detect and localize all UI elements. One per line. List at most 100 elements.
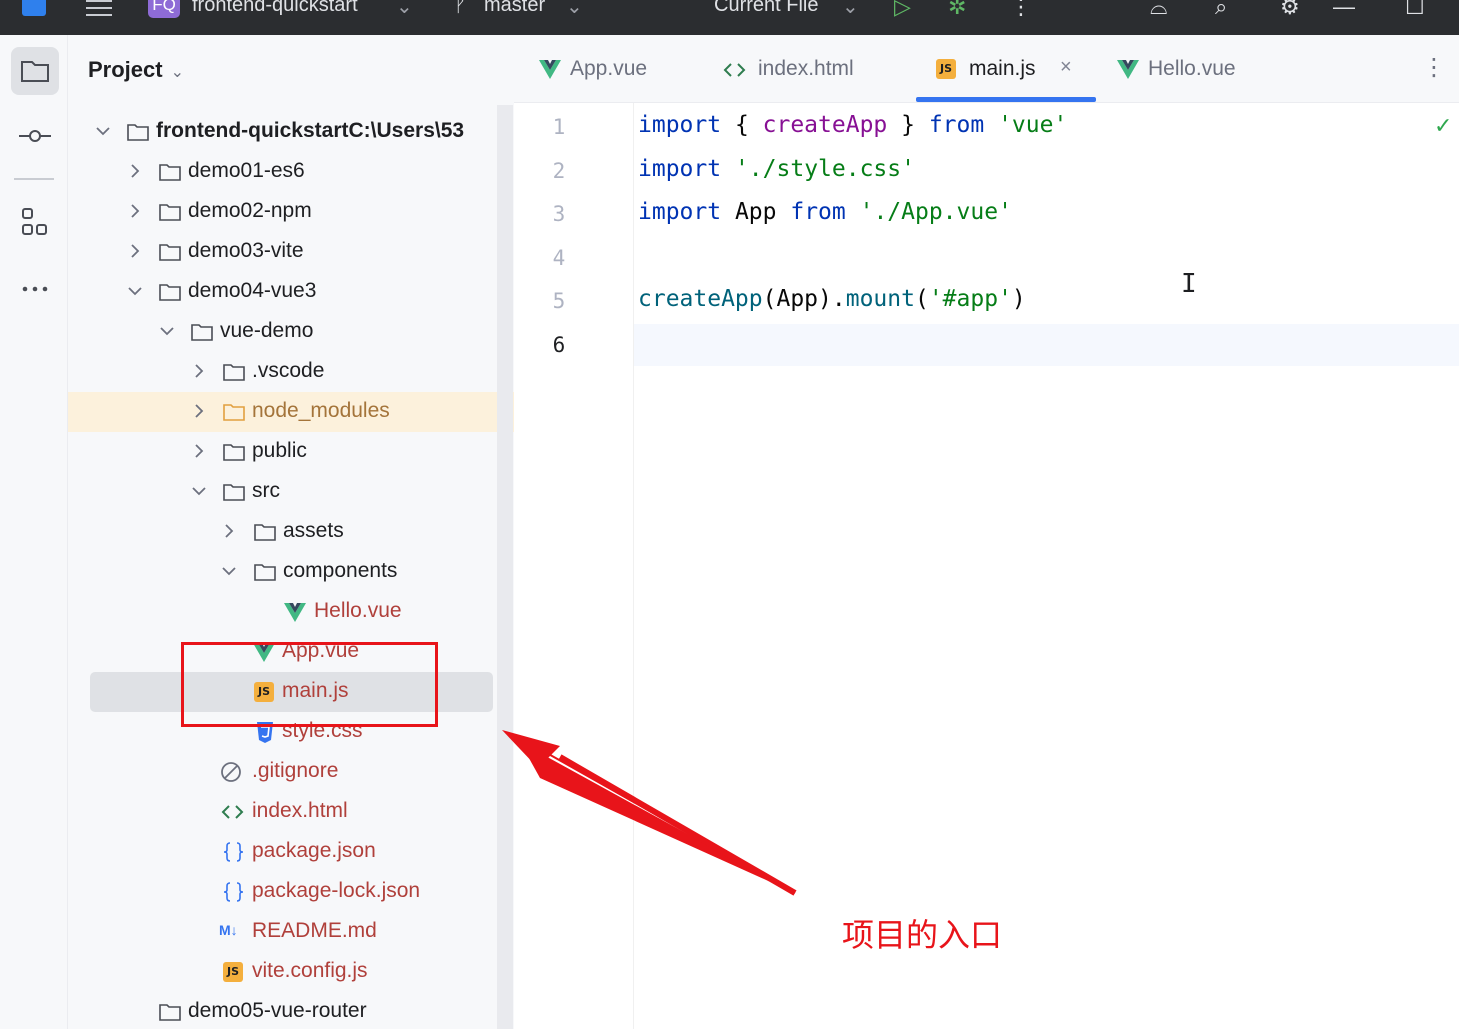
chevron-down-icon[interactable]	[158, 320, 176, 342]
chevron-down-icon[interactable]	[126, 280, 144, 302]
punct: {	[721, 112, 763, 138]
tree-row[interactable]: public	[68, 432, 514, 472]
tree-row[interactable]: package-lock.json	[68, 872, 514, 912]
tree-row-excluded[interactable]: node_modules	[68, 392, 514, 432]
tree-row[interactable]: demo01-es6	[68, 152, 514, 192]
chevron-down-icon[interactable]	[94, 120, 112, 142]
tree-row[interactable]: src	[68, 472, 514, 512]
json-file-icon	[222, 881, 246, 903]
text-cursor-icon: I	[1181, 269, 1197, 299]
tree-row[interactable]: demo05-vue-router	[68, 992, 514, 1029]
tree-row[interactable]: .gitignore	[68, 752, 514, 792]
tree-row[interactable]: index.html	[68, 792, 514, 832]
string-literal: './style.css'	[734, 156, 915, 182]
minimize-icon[interactable]: —	[1333, 0, 1355, 20]
folder-icon	[158, 241, 182, 263]
tab-label: index.html	[758, 57, 854, 80]
tree-row-root[interactable]: frontend-quickstartC:\Users\53	[68, 112, 514, 152]
tree-item-label: assets	[283, 519, 344, 542]
tree-item-label: package.json	[252, 839, 376, 862]
tree-row[interactable]: Hello.vue	[68, 592, 514, 632]
folder-icon	[158, 201, 182, 223]
chevron-right-icon[interactable]	[190, 440, 208, 462]
more-tools-button[interactable]	[11, 265, 59, 313]
chevron-right-icon[interactable]	[126, 240, 144, 262]
close-icon[interactable]: ×	[1060, 56, 1072, 79]
tree-row[interactable]: components	[68, 552, 514, 592]
chevron-down-icon[interactable]: ⌄	[842, 0, 859, 19]
ignore-file-icon	[220, 761, 244, 783]
tab-main-js[interactable]: JS main.js ×	[936, 35, 1106, 103]
structure-tool-button[interactable]	[11, 199, 59, 247]
chevron-down-icon[interactable]: ⌄	[396, 0, 413, 19]
root-folder-label: frontend-quickstartC:\Users\53	[156, 119, 464, 143]
tree-item-label: demo03-vite	[188, 239, 304, 262]
divider	[14, 178, 54, 180]
tab-label: Hello.vue	[1148, 57, 1236, 80]
tree-row[interactable]: package.json	[68, 832, 514, 872]
tree-row[interactable]: demo03-vite	[68, 232, 514, 272]
no-problems-check-icon[interactable]: ✓	[1434, 113, 1452, 139]
chevron-down-icon[interactable]	[220, 560, 238, 582]
project-tool-button[interactable]	[11, 47, 59, 95]
chevron-down-icon[interactable]: ⌄	[171, 62, 184, 82]
title-bar: FQ frontend-quickstart ⌄ ᚹ master ⌄ Curr…	[0, 0, 1459, 35]
code-editor[interactable]: 1 2 3 4 5 6 import { createApp } from 'v…	[514, 103, 1459, 1029]
tree-item-label: .gitignore	[252, 759, 339, 782]
js-file-icon: JS	[936, 59, 956, 79]
chevron-right-icon[interactable]	[190, 400, 208, 422]
keyword: import	[638, 199, 722, 225]
tree-row[interactable]: JS vite.config.js	[68, 952, 514, 992]
add-account-icon[interactable]: ⌓	[1150, 0, 1167, 20]
folder-icon	[158, 281, 182, 303]
tab-app-vue[interactable]: App.vue	[536, 35, 686, 103]
project-scrollbar[interactable]	[497, 105, 513, 1029]
tree-row[interactable]: M↓ README.md	[68, 912, 514, 952]
more-icon[interactable]: ⋮	[1422, 53, 1446, 82]
line-number: 1	[552, 115, 566, 139]
project-panel-header[interactable]: Project ⌄	[88, 57, 184, 83]
folder-icon	[253, 521, 277, 543]
tree-item-label: package-lock.json	[252, 879, 421, 902]
tree-row[interactable]: vue-demo	[68, 312, 514, 352]
tree-row[interactable]: demo02-npm	[68, 192, 514, 232]
commit-tool-button[interactable]	[11, 111, 59, 159]
tab-index-html[interactable]: index.html	[722, 35, 892, 103]
main-menu-icon[interactable]	[86, 0, 112, 16]
project-name[interactable]: frontend-quickstart	[192, 0, 358, 17]
tree-row[interactable]: .vscode	[68, 352, 514, 392]
line-number-gutter: 1 2 3 4 5 6	[514, 103, 634, 1029]
search-icon[interactable]: ⌕	[1215, 0, 1227, 20]
chevron-down-icon[interactable]: ⌄	[566, 0, 583, 19]
folder-icon	[158, 1001, 182, 1023]
debug-icon[interactable]: ✲	[948, 0, 966, 20]
string-literal: './App.vue'	[859, 199, 1012, 225]
tab-hello-vue[interactable]: Hello.vue	[1114, 35, 1264, 103]
project-badge[interactable]: FQ	[148, 0, 180, 18]
chevron-right-icon[interactable]	[126, 160, 144, 182]
keyword: import	[638, 156, 722, 182]
chevron-right-icon[interactable]	[126, 200, 144, 222]
punct: }	[887, 112, 929, 138]
current-line-highlight	[514, 324, 1459, 366]
string-literal: 'vue'	[998, 112, 1068, 138]
settings-icon[interactable]: ⚙	[1280, 0, 1300, 20]
chevron-right-icon[interactable]	[220, 520, 238, 542]
tree-row[interactable]: demo04-vue3	[68, 272, 514, 312]
run-config[interactable]: Current File	[714, 0, 818, 17]
keyword: from	[790, 199, 846, 225]
active-tab-indicator	[916, 97, 1096, 102]
maximize-icon[interactable]: ☐	[1405, 0, 1425, 20]
tree-item-label: vue-demo	[220, 319, 314, 342]
chevron-right-icon[interactable]	[190, 360, 208, 382]
more-icon[interactable]: ⋮	[1010, 0, 1032, 20]
punct: (App).	[762, 286, 846, 312]
chevron-down-icon[interactable]	[190, 480, 208, 502]
project-panel: Project ⌄ frontend-quickstartC:\Users\53 …	[68, 35, 514, 1029]
tree-row[interactable]: assets	[68, 512, 514, 552]
run-icon[interactable]: ▷	[894, 0, 911, 20]
branch-name[interactable]: master	[484, 0, 545, 17]
tree-item-label: demo05-vue-router	[188, 999, 367, 1022]
tool-window-strip	[0, 35, 68, 1029]
